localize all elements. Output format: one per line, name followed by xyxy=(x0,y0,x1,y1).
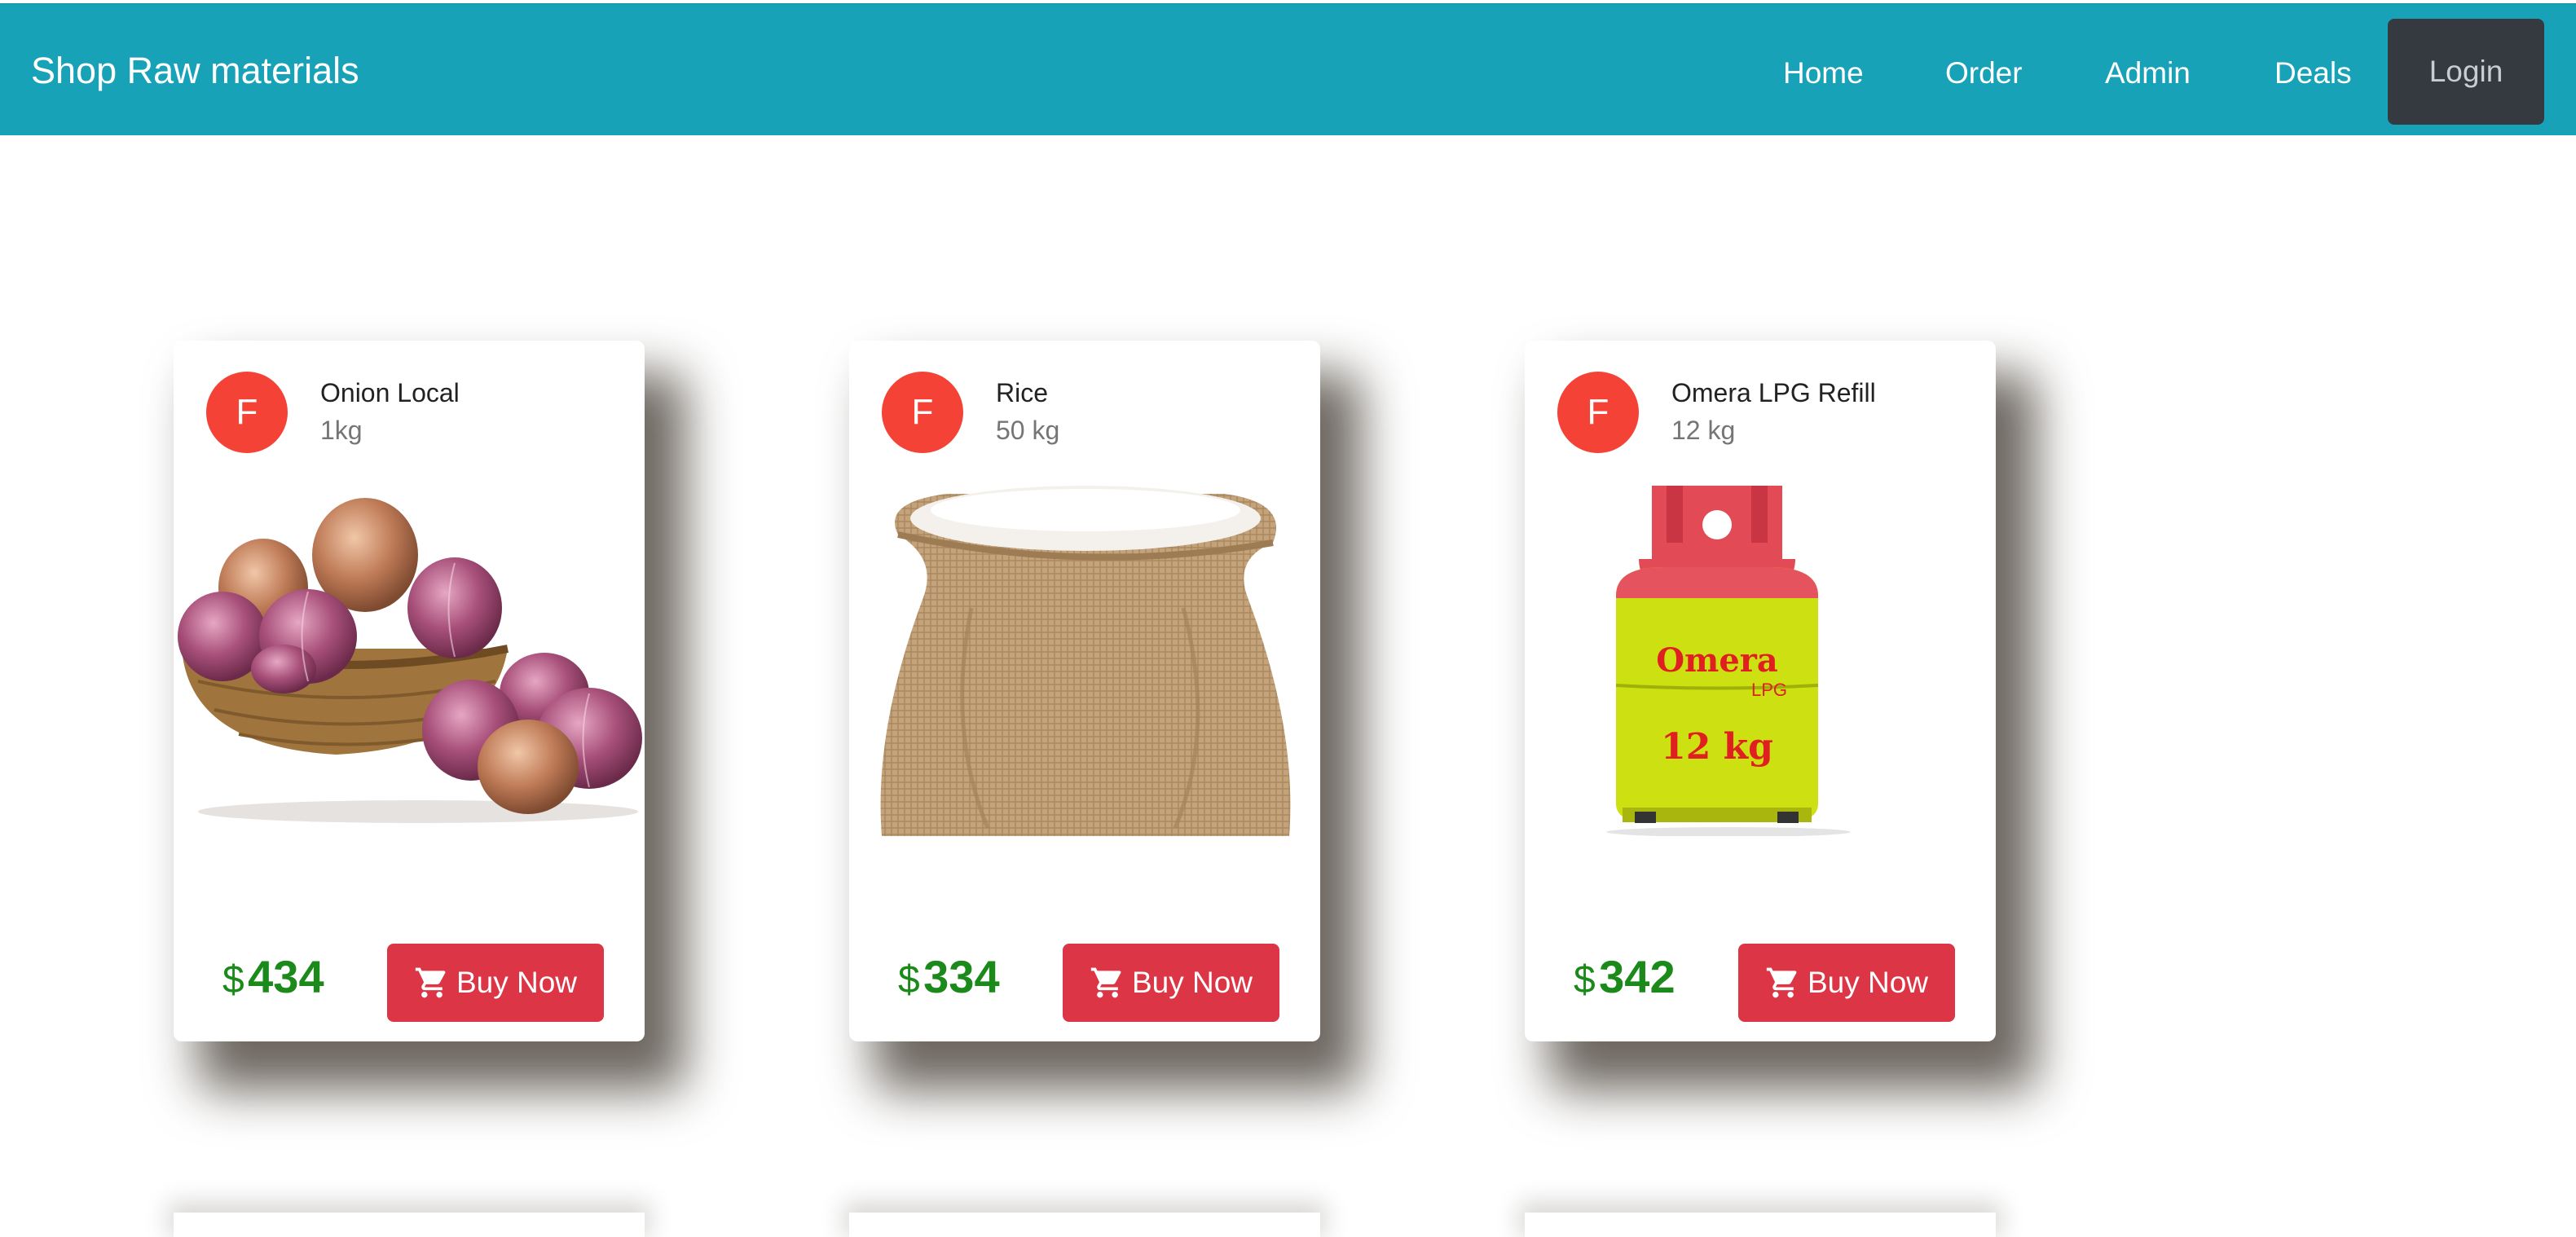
product-quantity: 1kg xyxy=(320,416,363,445)
currency-symbol: $ xyxy=(222,958,244,1001)
cart-icon xyxy=(415,967,446,998)
buy-now-button[interactable]: Buy Now xyxy=(1063,944,1279,1022)
currency-symbol: $ xyxy=(1574,958,1596,1001)
product-card-onion: F Onion Local 1kg $ 434 Buy Now xyxy=(174,341,645,1041)
nav-link-deals[interactable]: Deals xyxy=(2274,56,2352,90)
avatar: F xyxy=(206,372,288,453)
product-card-lpg: F Omera LPG Refill 12 kg Omera LPG 12 kg… xyxy=(1525,341,1996,1041)
currency-symbol: $ xyxy=(898,958,920,1001)
product-quantity: 12 kg xyxy=(1671,416,1736,445)
price-amount: 434 xyxy=(248,951,324,1002)
product-name: Omera LPG Refill xyxy=(1671,378,1876,407)
product-quantity: 50 kg xyxy=(996,416,1060,445)
price-amount: 342 xyxy=(1599,951,1676,1002)
product-card-partial xyxy=(1525,1213,1996,1237)
product-name: Rice xyxy=(996,378,1049,407)
avatar: F xyxy=(1557,372,1639,453)
top-navbar: Shop Raw materials Home Order Admin Deal… xyxy=(0,3,2576,135)
cylinder-brand-text: Omera xyxy=(1656,641,1778,680)
rice-sack-image xyxy=(880,486,1291,836)
buy-now-label: Buy Now xyxy=(456,966,578,999)
buy-now-label: Buy Now xyxy=(1807,966,1929,999)
product-name: Onion Local xyxy=(320,378,460,407)
buy-now-button[interactable]: Buy Now xyxy=(1738,944,1955,1022)
lpg-cylinder-image: Omera LPG 12 kg xyxy=(1606,486,1851,836)
avatar: F xyxy=(882,372,963,453)
nav-link-admin[interactable]: Admin xyxy=(2105,56,2191,90)
nav-link-home[interactable]: Home xyxy=(1783,56,1864,90)
price-amount: 334 xyxy=(923,951,1000,1002)
cart-icon xyxy=(1766,967,1797,998)
product-card-rice: F Rice 50 kg $ 334 Buy Now xyxy=(849,341,1320,1041)
product-price: $ 334 xyxy=(898,950,1000,1003)
onion-basket-image xyxy=(178,498,642,823)
cart-icon xyxy=(1090,967,1121,998)
product-card-partial xyxy=(849,1213,1320,1237)
cylinder-weight-text: 12 kg xyxy=(1661,726,1773,768)
nav-link-order[interactable]: Order xyxy=(1945,56,2023,90)
product-price: $ 434 xyxy=(222,950,324,1003)
product-card-partial xyxy=(174,1213,645,1237)
product-price: $ 342 xyxy=(1574,950,1676,1003)
buy-now-button[interactable]: Buy Now xyxy=(387,944,604,1022)
buy-now-label: Buy Now xyxy=(1131,966,1253,999)
cylinder-lpg-text: LPG xyxy=(1751,680,1787,700)
login-button[interactable]: Login xyxy=(2388,19,2544,125)
brand-title[interactable]: Shop Raw materials xyxy=(31,50,359,92)
